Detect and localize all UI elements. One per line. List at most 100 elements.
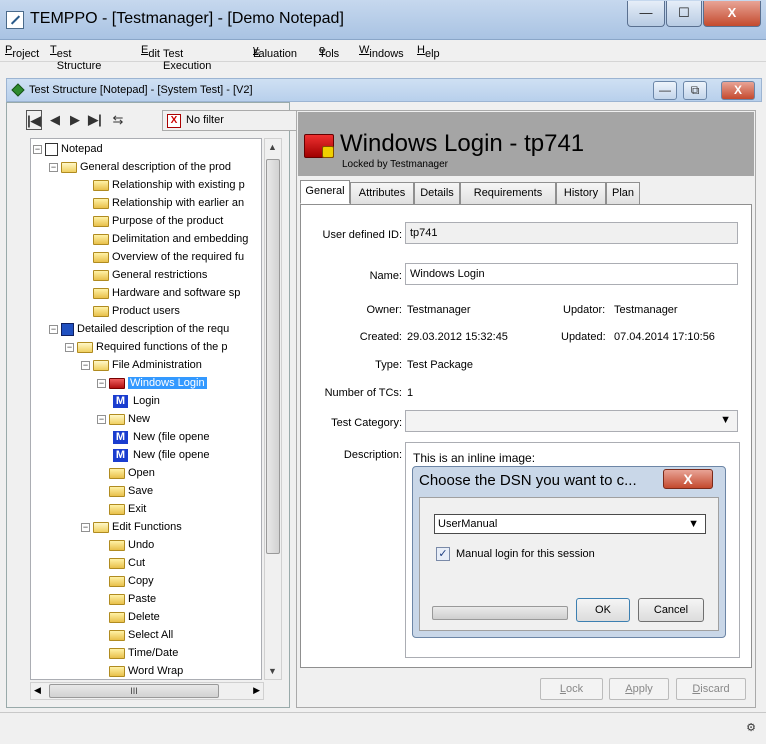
filter-dropdown[interactable]: X No filter ▼ <box>162 110 310 131</box>
last-icon[interactable]: ▶| <box>86 110 104 130</box>
tree-node[interactable]: Save <box>97 483 153 501</box>
collapse-icon[interactable]: − <box>81 522 90 532</box>
tab-history[interactable]: History <box>556 182 606 204</box>
tree-node[interactable]: Product users <box>81 303 180 321</box>
dialog-ok-button: OK <box>576 598 630 622</box>
folder-icon <box>93 179 109 191</box>
tree-node-label: Login <box>133 395 160 408</box>
scroll-right-icon[interactable]: ▶ <box>253 685 260 696</box>
tree-node[interactable]: Delete <box>97 609 160 627</box>
menu-project[interactable]: Project <box>5 44 39 60</box>
inner-restore-button[interactable]: ⧉ <box>683 81 707 100</box>
dsn-value: UserManual <box>438 518 498 530</box>
user-defined-id-field[interactable]: tp741 <box>405 222 738 244</box>
tree-node[interactable]: − Required functions of the p <box>65 339 227 357</box>
tree-node[interactable]: Time/Date <box>97 645 178 663</box>
next-icon[interactable]: ▶ <box>66 110 84 130</box>
tree-node[interactable]: − Edit Functions <box>81 519 182 537</box>
collapse-icon[interactable]: − <box>49 324 58 334</box>
scroll-up-icon[interactable]: ▲ <box>268 142 277 152</box>
menu-help[interactable]: Help <box>417 44 440 60</box>
menu-windows[interactable]: Windows <box>359 44 404 60</box>
minimize-button[interactable]: — <box>627 1 665 27</box>
scroll-thumb[interactable] <box>266 159 280 554</box>
menu-edit[interactable]: Edit <box>141 44 160 60</box>
chevron-down-icon: ▼ <box>720 414 731 426</box>
tree-node[interactable]: Delimitation and embedding <box>81 231 248 249</box>
previous-icon[interactable]: ◀ <box>46 110 64 130</box>
tab-attributes[interactable]: Attributes <box>350 182 414 204</box>
discard-button[interactable]: Discard <box>676 678 746 700</box>
tree-node[interactable]: − Notepad <box>33 141 103 159</box>
folder-icon <box>109 647 125 659</box>
tree-node[interactable]: Purpose of the product <box>81 213 223 231</box>
sync-icon[interactable]: ⇆ <box>108 110 128 130</box>
tab-requirements[interactable]: Requirements <box>460 182 556 204</box>
tab-plan[interactable]: Plan <box>606 182 640 204</box>
tree-node[interactable]: M New (file opene <box>113 429 209 447</box>
tree-node[interactable]: Word Wrap <box>97 663 183 679</box>
collapse-icon[interactable]: − <box>97 414 106 424</box>
apply-button[interactable]: Apply <box>609 678 669 700</box>
tree-node[interactable]: Overview of the required fu <box>81 249 244 267</box>
tree-node[interactable]: Undo <box>97 537 154 555</box>
tree-node[interactable]: Select All <box>97 627 173 645</box>
tree-node-label: Time/Date <box>128 647 179 660</box>
folder-icon <box>93 521 109 533</box>
collapse-icon[interactable]: − <box>49 162 58 172</box>
tree-node[interactable]: M Login <box>113 393 160 411</box>
app-title-bar[interactable]: TEMPPO - [Testmanager] - [Demo Notepad] … <box>0 0 766 40</box>
updated-value: 07.04.2014 17:10:56 <box>614 331 715 343</box>
dialog-title: Choose the DSN you want to c... <box>419 472 637 489</box>
collapse-icon[interactable]: − <box>81 360 90 370</box>
test-structure-tree[interactable]: − Notepad − General description of the prod… <box>30 138 262 680</box>
inner-window-title: Test Structure [Notepad] - [System Test]… <box>29 84 253 96</box>
collapse-icon[interactable]: − <box>65 342 74 352</box>
tree-node[interactable]: Exit <box>97 501 146 519</box>
close-button[interactable]: X <box>703 1 761 27</box>
tree-vertical-scrollbar[interactable]: ▲ ▼ <box>264 138 282 680</box>
tree-node[interactable]: Paste <box>97 591 156 609</box>
scroll-down-icon[interactable]: ▼ <box>268 666 277 676</box>
tree-node-label: Relationship with earlier an <box>112 197 245 210</box>
folder-icon <box>61 161 77 173</box>
first-icon[interactable]: |◀ <box>26 110 42 130</box>
lock-button[interactable]: Lock <box>540 678 603 700</box>
tree-node[interactable]: Relationship with earlier an <box>81 195 244 213</box>
test-category-select[interactable]: ▼ <box>405 410 738 432</box>
tree-node[interactable]: General restrictions <box>81 267 207 285</box>
tree-node-label: Select All <box>128 629 174 642</box>
collapse-icon[interactable]: − <box>97 378 106 388</box>
owner-value: Testmanager <box>407 304 471 316</box>
tab-details[interactable]: Details <box>414 182 460 204</box>
name-field[interactable]: Windows Login <box>405 263 738 285</box>
folder-icon <box>109 557 125 569</box>
tree-node[interactable]: − File Administration <box>81 357 202 375</box>
tree-node[interactable]: Hardware and software sp <box>81 285 240 303</box>
tree-node[interactable]: − Windows Login <box>97 375 207 393</box>
tree-node[interactable]: Copy <box>97 573 154 591</box>
tree-horizontal-scrollbar[interactable]: ◀ III ▶ <box>30 682 264 700</box>
menu-tools[interactable]: To ols <box>319 44 339 60</box>
menu-test-structure[interactable]: Test Structure <box>50 44 101 72</box>
tree-node-label: Overview of the required fu <box>112 251 245 264</box>
tree-node[interactable]: − General description of the prod <box>49 159 231 177</box>
collapse-icon[interactable]: − <box>33 144 42 154</box>
scroll-left-icon[interactable]: ◀ <box>34 685 41 696</box>
tree-node[interactable]: − New <box>97 411 150 429</box>
inner-close-button[interactable]: X <box>721 81 755 100</box>
updator-label: Updator: <box>563 304 606 316</box>
tab-general[interactable]: General <box>300 180 350 204</box>
tree-node[interactable]: M New (file opene <box>113 447 209 465</box>
tree-node[interactable]: Cut <box>97 555 145 573</box>
tree-node[interactable]: Open <box>97 465 155 483</box>
maximize-button[interactable]: ☐ <box>666 1 702 27</box>
menu-evaluation[interactable]: Ev aluation <box>253 44 297 60</box>
inner-window-title-bar[interactable]: Test Structure [Notepad] - [System Test]… <box>6 78 762 102</box>
h-scroll-thumb[interactable]: III <box>49 684 219 698</box>
inner-minimize-button[interactable]: — <box>653 81 677 100</box>
status-bar: ⚙ <box>0 712 766 744</box>
tree-node[interactable]: − Detailed description of the requ <box>49 321 229 339</box>
tree-node[interactable]: Relationship with existing p <box>81 177 245 195</box>
folder-icon <box>93 197 109 209</box>
